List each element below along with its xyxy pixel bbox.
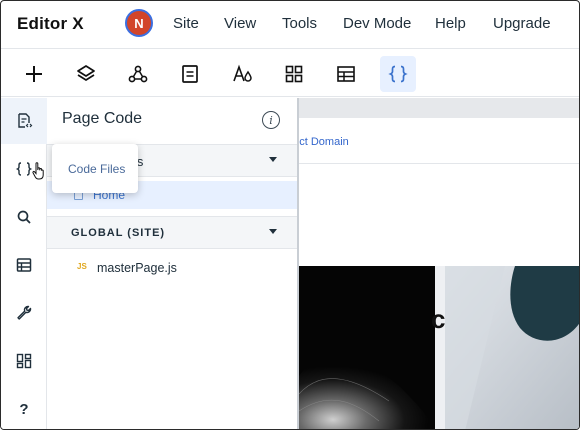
pages-icon[interactable] xyxy=(172,56,208,92)
menu-tools[interactable]: Tools xyxy=(282,15,317,32)
menu-dev-mode[interactable]: Dev Mode xyxy=(343,15,411,32)
page-code-icon[interactable] xyxy=(1,98,47,144)
js-file-icon: JS xyxy=(77,262,87,271)
theme-icon[interactable] xyxy=(224,56,260,92)
tooltip: Code Files xyxy=(52,144,138,193)
chevron-down-icon xyxy=(269,229,277,234)
light-abstract-image xyxy=(445,266,579,429)
tools-icon[interactable] xyxy=(1,290,47,336)
editor-window: Editor X N Site View Tools Dev Mode Help… xyxy=(0,0,580,430)
site-header: nect Domain xyxy=(299,118,579,164)
left-rail: ? xyxy=(1,98,47,429)
connect-icon[interactable] xyxy=(120,56,156,92)
canvas-heading-fragment: c xyxy=(431,304,446,334)
menu-help[interactable]: Help xyxy=(435,15,466,32)
panel-title: Page Code xyxy=(62,110,143,127)
connect-domain-link[interactable]: nect Domain xyxy=(299,136,349,148)
editor-logo: Editor X xyxy=(17,14,84,33)
help-glyph: ? xyxy=(19,400,29,418)
table-icon[interactable] xyxy=(328,56,364,92)
add-icon[interactable] xyxy=(16,56,52,92)
chevron-down-icon xyxy=(269,157,277,162)
help-icon[interactable]: ? xyxy=(1,386,47,429)
packages-icon[interactable] xyxy=(1,338,47,384)
global-section-label: GLOBAL (SITE) xyxy=(71,227,166,239)
site-canvas[interactable]: nect Domain xyxy=(299,98,579,429)
menu-view[interactable]: View xyxy=(224,15,256,32)
layers-icon[interactable] xyxy=(68,56,104,92)
info-icon[interactable]: i xyxy=(262,111,280,129)
global-section-header[interactable]: GLOBAL (SITE) xyxy=(47,216,297,249)
search-icon[interactable] xyxy=(1,194,47,240)
file-item-masterpage[interactable]: JS masterPage.js xyxy=(47,258,297,282)
avatar[interactable]: N xyxy=(125,9,153,37)
database-icon[interactable] xyxy=(1,242,47,288)
menu-site[interactable]: Site xyxy=(173,15,199,32)
canvas-ruler xyxy=(299,98,579,118)
menu-upgrade[interactable]: Upgrade xyxy=(493,15,551,32)
site-section xyxy=(299,164,579,266)
top-menu-bar: Editor X N Site View Tools Dev Mode Help… xyxy=(1,1,579,49)
toolbar xyxy=(1,49,579,97)
dark-texture-image xyxy=(299,266,435,429)
hand-cursor-icon xyxy=(32,162,44,180)
tooltip-label: Code Files xyxy=(68,162,126,176)
grid-icon[interactable] xyxy=(276,56,312,92)
code-icon[interactable] xyxy=(380,56,416,92)
file-item-label: masterPage.js xyxy=(97,261,177,275)
